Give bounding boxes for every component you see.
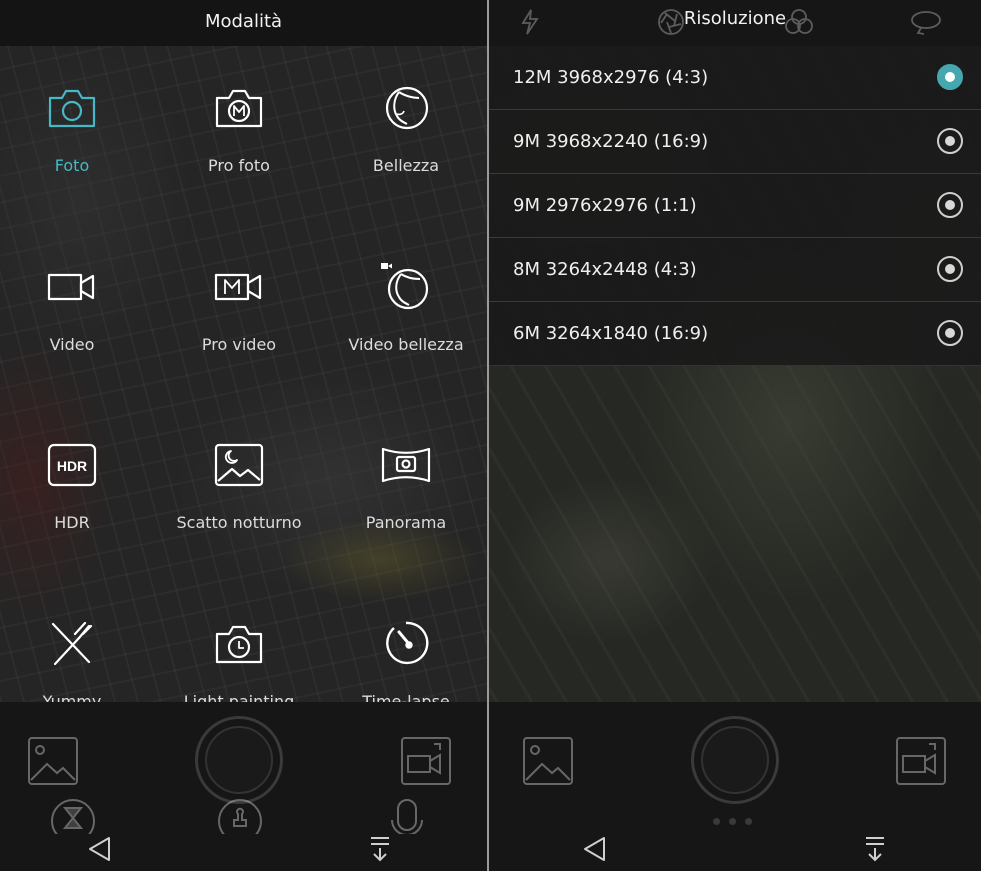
- beauty-face-icon: [379, 84, 433, 132]
- mode-foto[interactable]: Foto: [0, 46, 153, 196]
- page-title: Modalità: [204, 11, 283, 32]
- stamp-icon[interactable]: [217, 798, 263, 843]
- resolution-option[interactable]: 8M 3264x2448 (4:3): [489, 238, 981, 302]
- mode-header: Modalità: [0, 0, 487, 46]
- resolution-label: 6M 3264x1840 (16:9): [513, 323, 709, 344]
- resolution-label: 9M 3968x2240 (16:9): [513, 131, 709, 152]
- page-indicator: [713, 810, 761, 829]
- resolution-label: 9M 2976x2976 (1:1): [513, 195, 697, 216]
- resolution-header: Risoluzione: [489, 0, 981, 46]
- resolution-option[interactable]: 6M 3264x1840 (16:9): [489, 302, 981, 366]
- switch-camera-icon[interactable]: [895, 736, 947, 790]
- mode-pro-foto[interactable]: Pro foto: [158, 46, 320, 196]
- mode-pro-video[interactable]: Pro video: [158, 225, 320, 375]
- beauty-video-icon: [379, 263, 433, 311]
- video-camera-icon: [45, 263, 99, 311]
- panorama-icon: [379, 441, 433, 489]
- time-lapse-icon: [379, 620, 433, 668]
- microphone-icon[interactable]: [384, 798, 430, 838]
- camera-controls: [0, 702, 487, 871]
- mode-label: Panorama: [365, 513, 447, 532]
- resolution-label: 12M 3968x2976 (4:3): [513, 67, 709, 88]
- radio-button[interactable]: [937, 256, 963, 282]
- radio-button[interactable]: [937, 192, 963, 218]
- mode-bellezza[interactable]: Bellezza: [325, 46, 487, 196]
- mode-panorama[interactable]: Panorama: [325, 403, 487, 553]
- fork-knife-icon: [45, 620, 99, 668]
- mode-hdr[interactable]: HDR HDR: [0, 403, 153, 553]
- gallery-icon[interactable]: [522, 736, 574, 790]
- radio-button[interactable]: [937, 128, 963, 154]
- mode-label: HDR: [54, 513, 90, 532]
- page-title: Risoluzione: [683, 8, 787, 29]
- camera-icon: [45, 84, 99, 132]
- resolution-option[interactable]: 12M 3968x2976 (4:3): [489, 46, 981, 110]
- timer-icon[interactable]: [50, 798, 96, 843]
- pro-video-icon: [212, 263, 266, 311]
- mode-label: Bellezza: [372, 156, 440, 175]
- mode-label: Scatto notturno: [176, 513, 302, 532]
- switch-camera-icon[interactable]: [400, 736, 452, 790]
- resolution-option[interactable]: 9M 3968x2240 (16:9): [489, 110, 981, 174]
- mode-label: Video bellezza: [348, 335, 464, 354]
- mode-video[interactable]: Video: [0, 225, 153, 375]
- mode-label: Pro video: [201, 335, 277, 354]
- resolution-label: 8M 3264x2448 (4:3): [513, 259, 697, 280]
- mode-panel: Modalità Foto Pro foto Bellezza Video Pr…: [0, 0, 487, 871]
- resolution-panel: Risoluzione 12M 3968x2976 (4:3) 9M 3968x…: [489, 0, 981, 871]
- resolution-option[interactable]: 9M 2976x2976 (1:1): [489, 174, 981, 238]
- back-icon[interactable]: [583, 836, 607, 866]
- light-painting-icon: [212, 620, 266, 668]
- hdr-icon: HDR: [45, 441, 99, 489]
- mode-label: Video: [49, 335, 95, 354]
- pro-camera-icon: [212, 84, 266, 132]
- mode-label: Foto: [54, 156, 90, 175]
- mode-scatto-notturno[interactable]: Scatto notturno: [158, 403, 320, 553]
- mode-label: Pro foto: [208, 156, 270, 175]
- shutter-button[interactable]: [691, 716, 779, 804]
- resolution-list: 12M 3968x2976 (4:3) 9M 3968x2240 (16:9) …: [489, 46, 981, 366]
- camera-controls: [489, 702, 981, 871]
- night-shot-icon: [212, 441, 266, 489]
- notification-pull-icon[interactable]: [370, 836, 390, 866]
- back-icon[interactable]: [88, 836, 112, 866]
- radio-button[interactable]: [937, 64, 963, 90]
- radio-button[interactable]: [937, 320, 963, 346]
- notification-pull-icon[interactable]: [865, 836, 885, 866]
- gallery-icon[interactable]: [27, 736, 79, 790]
- mode-video-bellezza[interactable]: Video bellezza: [325, 225, 487, 375]
- svg-text:HDR: HDR: [57, 458, 87, 474]
- shutter-button[interactable]: [195, 716, 283, 804]
